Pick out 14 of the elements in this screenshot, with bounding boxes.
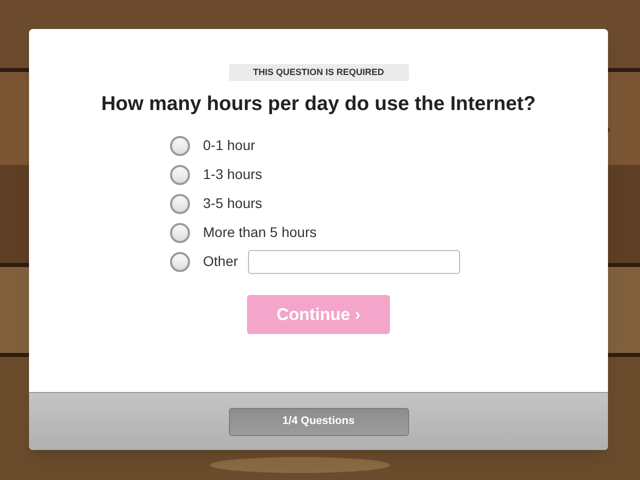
option-label: 0-1 hour	[203, 136, 256, 155]
option-label: More than 5 hours	[203, 223, 317, 242]
other-input-field[interactable]	[248, 250, 460, 274]
radio-button[interactable]	[170, 252, 190, 272]
radio-button[interactable]	[170, 164, 190, 184]
required-badge: THIS QUESTION IS REQUIRED	[228, 64, 408, 81]
option-label: Other	[203, 252, 238, 271]
question-title: How many hours per day do use the Internet?	[101, 92, 536, 117]
radio-button[interactable]	[170, 136, 190, 156]
radio-button[interactable]	[170, 222, 190, 242]
option-label: 3-5 hours	[203, 194, 262, 213]
option-label: 1-3 hours	[203, 165, 262, 184]
progress-indicator: 1/4 Questions	[228, 408, 408, 436]
radio-button[interactable]	[170, 194, 190, 214]
